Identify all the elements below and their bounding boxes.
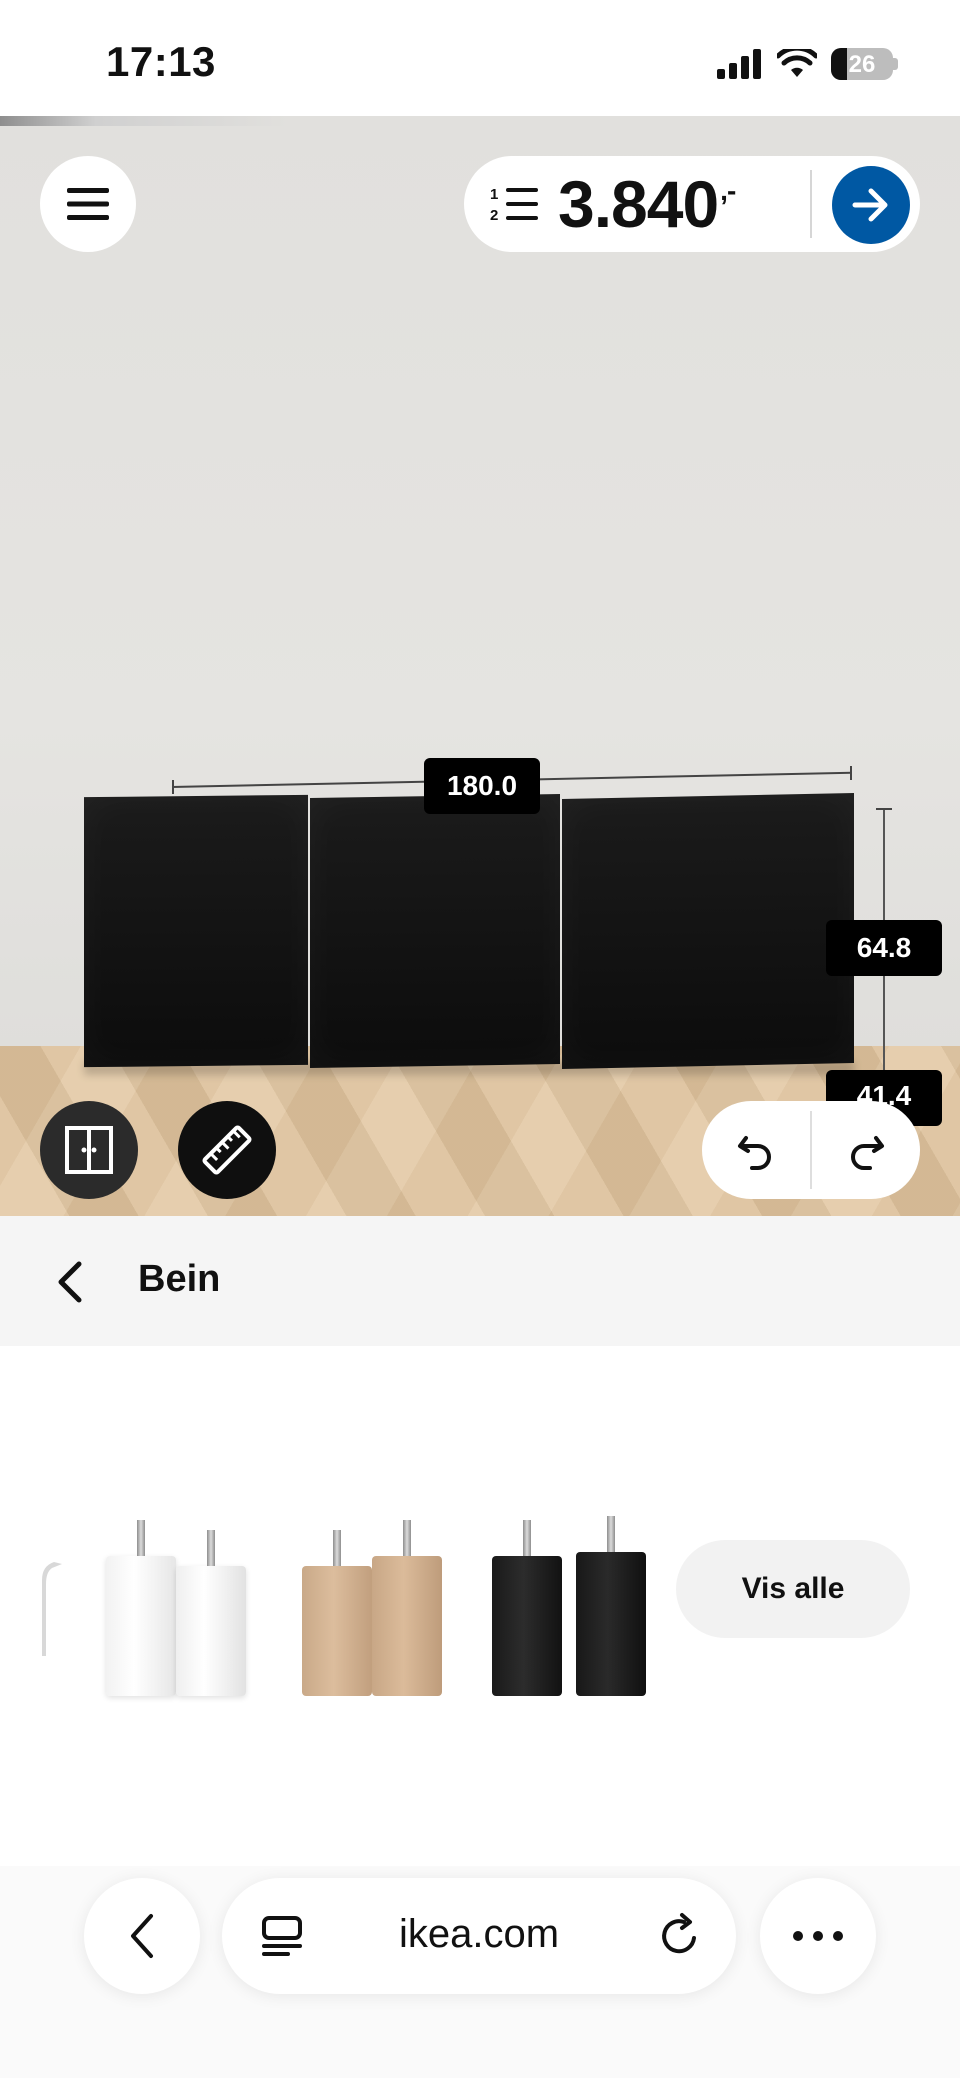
battery-icon: 26 <box>831 48 898 80</box>
signal-icon <box>717 49 761 79</box>
height-dimension-label: 64.8 <box>826 920 942 976</box>
more-icon <box>793 1931 843 1941</box>
cabinet-door-middle[interactable] <box>310 794 560 1068</box>
product-leg-black[interactable] <box>490 1506 660 1696</box>
planner-3d-view[interactable]: 180.0 64.8 41.4 1 2 3.840 ,- <box>0 116 960 1216</box>
status-bar: 17:13 26 <box>0 0 960 116</box>
app-root: { "status_bar": { "time": "17:13", "batt… <box>0 0 960 2078</box>
browser-toolbar: ikea.com <box>0 1866 960 2078</box>
undo-icon <box>738 1136 771 1170</box>
browser-more-button[interactable] <box>760 1878 876 1994</box>
price-summary[interactable]: 1 2 3.840 ,- <box>464 156 920 252</box>
list-icon: 1 2 <box>490 186 538 224</box>
view-all-button[interactable]: Vis alle <box>676 1540 910 1638</box>
menu-button[interactable] <box>40 156 136 252</box>
battery-level: 26 <box>848 51 876 78</box>
status-time: 17:13 <box>106 38 216 85</box>
chevron-left-icon <box>131 1914 153 1958</box>
dimension-tick <box>876 808 892 810</box>
chevron-left-icon <box>58 1261 82 1303</box>
redo-icon <box>851 1136 884 1170</box>
category-header: Bein <box>0 1216 960 1346</box>
cabinet-model[interactable] <box>84 792 854 1070</box>
wifi-icon <box>777 49 817 77</box>
category-back-button[interactable] <box>40 1252 100 1312</box>
dimension-tick <box>850 766 852 780</box>
ruler-icon <box>202 1125 252 1175</box>
undo-redo-control <box>702 1101 920 1199</box>
go-to-cart-button[interactable] <box>832 166 910 244</box>
undo-button[interactable] <box>702 1101 810 1199</box>
cabinet-door-left[interactable] <box>84 794 308 1068</box>
dimension-tick <box>172 780 174 794</box>
product-carousel[interactable]: Vis alle <box>0 1346 960 1866</box>
price-divider <box>810 170 812 238</box>
cabinet-door-right[interactable] <box>562 792 854 1070</box>
product-leg-oak[interactable] <box>296 1506 466 1696</box>
status-icons: 26 <box>717 44 898 84</box>
doors-toggle-button[interactable] <box>40 1101 138 1199</box>
svg-text:2: 2 <box>490 207 498 224</box>
doors-icon <box>65 1126 113 1174</box>
category-title: Bein <box>138 1258 221 1300</box>
product-thumbnail-partial[interactable] <box>40 1560 62 1660</box>
browser-back-button[interactable] <box>84 1878 200 1994</box>
redo-button[interactable] <box>812 1101 920 1199</box>
address-bar[interactable]: ikea.com <box>222 1878 736 1994</box>
total-price: 3.840 ,- <box>558 167 736 241</box>
width-dimension-label: 180.0 <box>424 758 540 814</box>
arrow-right-icon <box>852 188 888 222</box>
svg-text:1: 1 <box>490 186 498 203</box>
product-leg-white[interactable] <box>100 1506 270 1696</box>
menu-icon <box>67 188 109 220</box>
reload-icon[interactable] <box>656 1912 704 1960</box>
measure-toggle-button[interactable] <box>178 1101 276 1199</box>
price-value: 3.840 <box>558 167 719 241</box>
price-suffix: ,- <box>720 175 736 206</box>
ceiling-edge <box>0 116 960 126</box>
